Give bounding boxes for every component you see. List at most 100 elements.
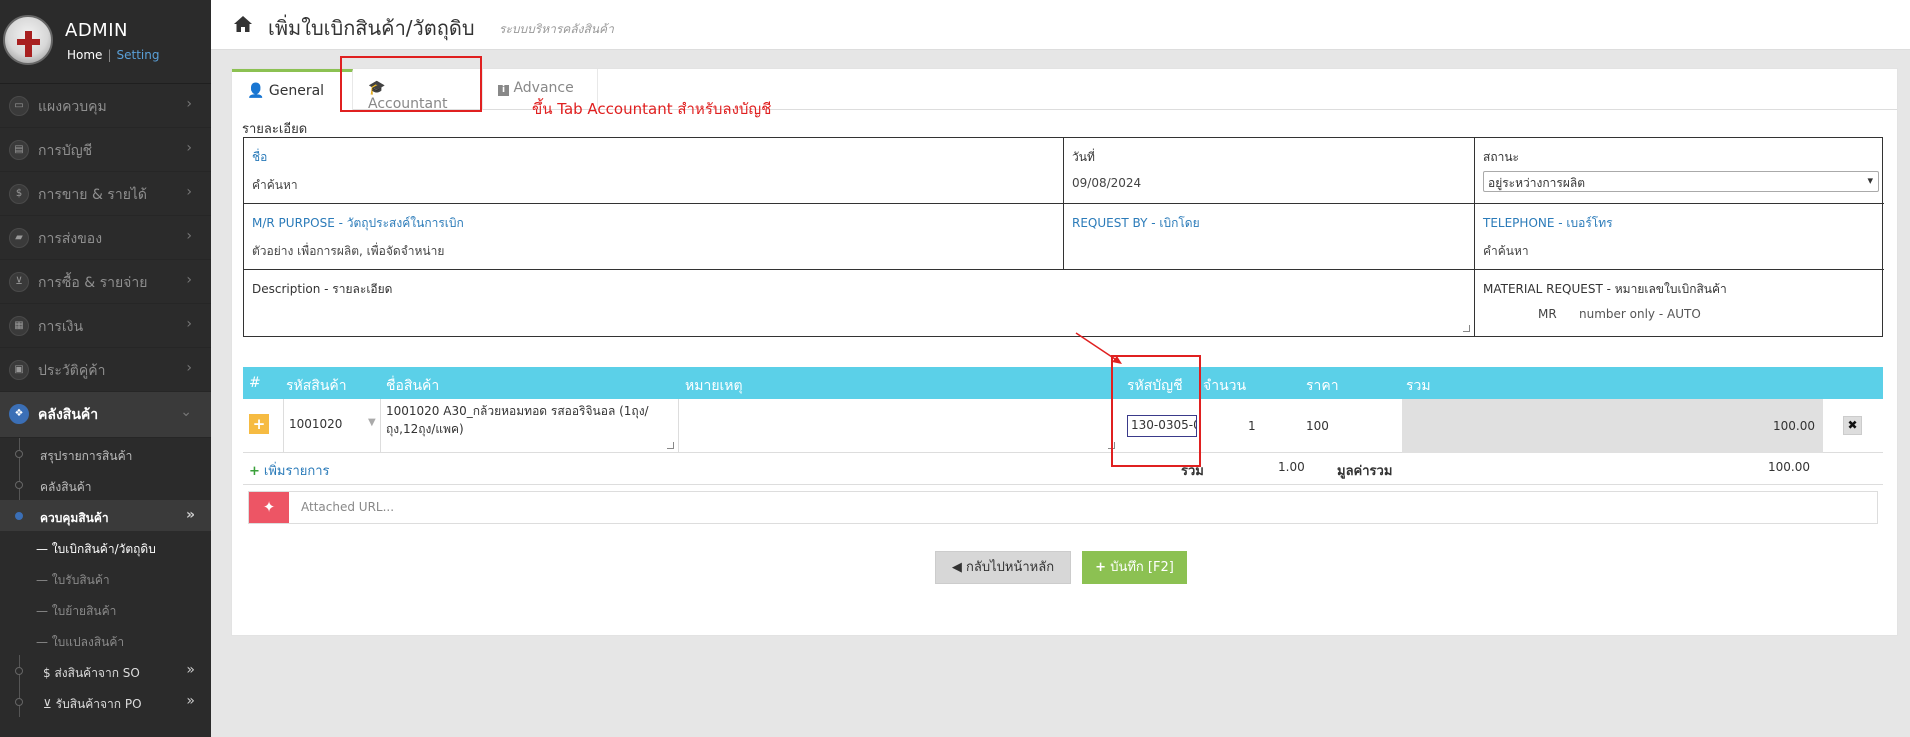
table-row: + 1001020 ▼ 1001020 A30_กล้วยหอมทอด รสออร… xyxy=(243,399,1883,453)
annotation-box-tab xyxy=(340,56,482,112)
page-subtitle: ระบบบริหารคลังสินค้า xyxy=(499,22,614,36)
cart-icon: ⊻ xyxy=(9,272,29,292)
details-grid: ชื่อ คำค้นหา วันที่ 09/08/2024 สถานะ อยู… xyxy=(243,137,1884,337)
sidebar-item-label: การเงิน xyxy=(38,319,84,335)
name-field[interactable]: คำค้นหา xyxy=(252,176,298,195)
request-label: REQUEST BY - เบิกโดย xyxy=(1072,216,1200,230)
sidebar-sub2-receive[interactable]: — ใบรับสินค้า xyxy=(0,562,211,593)
monitor-icon: ▭ xyxy=(9,96,29,116)
mr-cell: MATERIAL REQUEST - หมายเลขใบเบิกสินค้า M… xyxy=(1475,270,1884,336)
chevron-right-icon: › xyxy=(186,96,192,112)
sidebar-sub-label: สรุปรายการสินค้า xyxy=(40,449,133,463)
status-label: สถานะ xyxy=(1483,150,1519,164)
sidebar-item-sales[interactable]: $ การขาย & รายได้ › xyxy=(0,172,211,216)
sidebar-item-delivery[interactable]: ▰ การส่งของ › xyxy=(0,216,211,260)
sidebar: ADMIN Home | Setting ▭ แผงควบคุม › ▤ การบัญชี… xyxy=(0,0,211,737)
info-icon: i xyxy=(498,85,509,96)
product-name-field[interactable]: 1001020 A30_กล้วยหอมทอด รสออริจินอล (1ถุ… xyxy=(380,399,678,453)
save-button-label: บันทึก [F2] xyxy=(1110,560,1174,575)
status-selected-value: อยู่ระหว่างการผลิต xyxy=(1488,176,1586,190)
sidebar-sub-summary[interactable]: สรุปรายการสินค้า xyxy=(0,438,211,469)
save-button[interactable]: + บันทึก [F2] xyxy=(1082,551,1187,584)
col-price: ราคา xyxy=(1306,378,1339,394)
chevron-down-icon: ⌄ xyxy=(180,404,192,420)
col-qty: จำนวน xyxy=(1203,378,1247,394)
avatar[interactable] xyxy=(3,15,53,65)
sidebar-item-label: การส่งของ xyxy=(38,231,103,247)
sidebar-sub-ship-so[interactable]: $ ส่งสินค้าจาก SO » xyxy=(0,655,211,686)
status-select[interactable]: อยู่ระหว่างการผลิต ▾ xyxy=(1483,171,1879,192)
product-code-select[interactable]: 1001020 ▼ xyxy=(283,399,380,453)
sidebar-item-purchase[interactable]: ⊻ การซื้อ & รายจ่าย › xyxy=(0,260,211,304)
sidebar-item-partners[interactable]: ▣ ประวัติคู่ค้า › xyxy=(0,348,211,392)
annotation-box-account xyxy=(1111,355,1201,467)
chevron-right-icon: › xyxy=(186,360,192,376)
resize-handle-icon[interactable] xyxy=(1463,325,1470,332)
sidebar-item-dashboard[interactable]: ▭ แผงควบคุม › xyxy=(0,84,211,128)
sidebar-sub-receive-po[interactable]: ⊻ รับสินค้าจาก PO » xyxy=(0,686,211,717)
date-field[interactable]: 09/08/2024 xyxy=(1072,176,1141,190)
mr-prefix: MR xyxy=(1538,307,1557,321)
resize-handle-icon[interactable] xyxy=(667,442,674,449)
purpose-field[interactable]: ตัวอย่าง เพื่อการผลิต, เพื่อจัดจำหน่าย xyxy=(252,242,444,261)
col-note: หมายเหตุ xyxy=(685,378,743,394)
description-cell[interactable]: Description - รายละเอียด xyxy=(244,270,1475,336)
brand-links: Home | Setting xyxy=(67,48,159,62)
sidebar-sub2-label: — ใบเบิกสินค้า/วัตถุดิบ xyxy=(36,542,156,556)
home-link[interactable]: Home xyxy=(67,48,102,62)
bullet-icon xyxy=(15,667,23,675)
sidebar-item-label: การบัญชี xyxy=(38,143,93,159)
annotation-text: ขึ้น Tab Accountant สำหรับลงบัญชี xyxy=(532,100,772,118)
sidebar-item-accounting[interactable]: ▤ การบัญชี › xyxy=(0,128,211,172)
delete-row-button[interactable]: ✖ xyxy=(1843,416,1862,435)
date-label: วันที่ xyxy=(1072,150,1095,164)
date-cell: วันที่ 09/08/2024 xyxy=(1064,138,1475,204)
tab-label: Advance xyxy=(513,80,574,96)
chevron-right-icon: › xyxy=(186,184,192,200)
sidebar-sub-control[interactable]: ควบคุมสินค้า » xyxy=(0,500,211,531)
qty-field[interactable]: 1 xyxy=(1248,419,1256,433)
arrow-circle-left-icon: ◀ xyxy=(951,560,962,575)
chevron-right-icon: › xyxy=(186,228,192,244)
chevron-right-icon: › xyxy=(186,316,192,332)
name-label: ชื่อ xyxy=(252,150,268,164)
sidebar-sub2-requisition[interactable]: — ใบเบิกสินค้า/วัตถุดิบ xyxy=(0,531,211,562)
col-product-name: ชื่อสินค้า xyxy=(386,378,440,394)
phone-field[interactable]: คำค้นหา xyxy=(1483,242,1529,261)
user-icon: 👤 xyxy=(247,83,265,99)
page-header: เพิ่มใบเบิกสินค้า/วัตถุดิบ ระบบบริหารคลั… xyxy=(211,0,1910,50)
add-item-link[interactable]: + เพิ่มรายการ xyxy=(249,460,330,481)
setting-link[interactable]: Setting xyxy=(116,48,159,62)
attached-url-input[interactable]: Attached URL... xyxy=(301,500,394,514)
request-cell: REQUEST BY - เบิกโดย xyxy=(1064,204,1475,270)
grand-total-value: 100.00 xyxy=(1768,460,1810,474)
note-field[interactable] xyxy=(678,399,1119,453)
sidebar-item-label: ประวัติคู่ค้า xyxy=(38,363,106,379)
book-icon: ▤ xyxy=(9,140,29,160)
sidebar-sub2-transfer[interactable]: — ใบย้ายสินค้า xyxy=(0,593,211,624)
sidebar-item-finance[interactable]: ▦ การเงิน › xyxy=(0,304,211,348)
col-total: รวม xyxy=(1406,378,1431,394)
phone-cell: TELEPHONE - เบอร์โทร คำค้นหา xyxy=(1475,204,1884,270)
back-button[interactable]: ◀ กลับไปหน้าหลัก xyxy=(935,551,1071,584)
insert-row-button[interactable]: + xyxy=(249,414,269,434)
bullet-icon xyxy=(15,512,23,520)
sidebar-sub-text: รับสินค้าจาก PO xyxy=(55,697,142,711)
truck-icon: ▰ xyxy=(9,228,29,248)
status-cell: สถานะ อยู่ระหว่างการผลิต ▾ xyxy=(1475,138,1884,204)
mr-label: MATERIAL REQUEST - หมายเลขใบเบิกสินค้า xyxy=(1483,282,1727,296)
mr-number-field[interactable]: number only - AUTO xyxy=(1579,307,1701,321)
link-separator: | xyxy=(107,48,112,62)
table-footer: + เพิ่มรายการ รวม 1.00 มูลค่ารวม 100.00 xyxy=(243,453,1883,485)
sidebar-item-label: การขาย & รายได้ xyxy=(38,187,148,203)
price-field[interactable]: 100 xyxy=(1306,419,1329,433)
plus-icon: + xyxy=(1095,560,1107,575)
home-icon[interactable] xyxy=(233,15,253,33)
sidebar-sub2-convert[interactable]: — ใบแปลงสินค้า xyxy=(0,624,211,655)
chevron-down-icon: ▼ xyxy=(368,417,376,428)
dropbox-button[interactable]: ✦ xyxy=(249,492,289,523)
sidebar-item-warehouse[interactable]: ❖ คลังสินค้า ⌄ xyxy=(0,392,211,438)
add-item-label: เพิ่มรายการ xyxy=(263,464,330,479)
sidebar-sub-warehouse[interactable]: คลังสินค้า xyxy=(0,469,211,500)
tab-general[interactable]: 👤 General xyxy=(232,69,353,111)
